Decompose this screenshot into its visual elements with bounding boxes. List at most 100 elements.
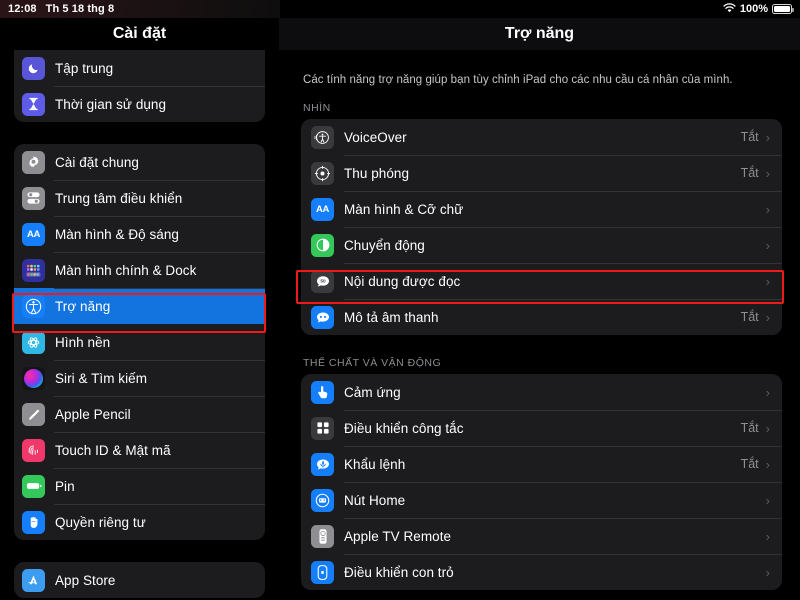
row-label: Chuyển động: [344, 237, 425, 253]
battery-percent: 100%: [739, 3, 768, 15]
row-noi-dung-duoc-doc[interactable]: 50 Nội dung được đọc ›: [301, 263, 782, 299]
accessibility-detail-pane: Trợ năng Các tính năng trợ năng giúp bạn…: [279, 18, 800, 600]
row-voiceover[interactable]: VoiceOver Tắt ›: [301, 119, 782, 155]
toggles-icon: [22, 186, 45, 210]
chevron-right-icon: ›: [765, 237, 770, 253]
sidebar-item-quyen-rieng-tu[interactable]: Quyền riêng tư: [14, 504, 265, 540]
sidebar-item-label: Màn hình chính & Dock: [55, 262, 197, 278]
sidebar-item-thoi-gian-su-dung[interactable]: Thời gian sử dụng: [14, 86, 265, 122]
row-value: Tắt: [740, 310, 759, 325]
voice-control-icon: [311, 452, 334, 476]
apple-tv-remote-icon: [311, 524, 334, 548]
row-value: Tắt: [740, 130, 759, 145]
svg-text:50: 50: [320, 278, 326, 283]
moon-icon: [22, 56, 45, 80]
settings-sidebar[interactable]: Cài đặt Tập trung Thời gian sử dụng Cài …: [0, 18, 279, 600]
sidebar-item-tap-trung[interactable]: Tập trung: [14, 50, 265, 86]
chevron-right-icon: ›: [765, 456, 770, 472]
chevron-right-icon: ›: [765, 273, 770, 289]
battery-icon: [22, 474, 45, 498]
battery-full-icon: [772, 4, 794, 14]
home-button-icon: [311, 488, 334, 512]
sidebar-item-app-store[interactable]: App Store: [14, 562, 265, 598]
sidebar-item-man-hinh-do-sang[interactable]: AA Màn hình & Độ sáng: [14, 216, 265, 252]
chevron-right-icon: ›: [765, 309, 770, 325]
chevron-right-icon: ›: [765, 564, 770, 580]
sidebar-item-label: Tập trung: [55, 60, 114, 76]
status-bar: 12:08 Th 5 18 thg 8 100%: [0, 0, 800, 18]
detail-body: Các tính năng trợ năng giúp bạn tùy chỉn…: [279, 50, 800, 591]
chevron-right-icon: ›: [765, 165, 770, 181]
fingerprint-icon: [22, 438, 45, 462]
row-label: Cảm ứng: [344, 384, 401, 400]
chevron-right-icon: ›: [765, 492, 770, 508]
sidebar-item-label: Thời gian sử dụng: [55, 96, 167, 112]
sidebar-group-2: Cài đặt chung Trung tâm điều khiển AA Mà…: [14, 144, 265, 540]
sidebar-item-touch-id-mat-ma[interactable]: Touch ID & Mật mã: [14, 432, 265, 468]
hand-icon: [22, 510, 45, 534]
siri-icon: [22, 366, 45, 390]
chevron-right-icon: ›: [765, 129, 770, 145]
hourglass-icon: [22, 92, 45, 116]
sidebar-item-tro-nang[interactable]: Trợ năng: [14, 288, 265, 324]
row-label: Mô tả âm thanh: [344, 309, 439, 325]
row-dieu-khien-con-tro[interactable]: Điều khiển con trỏ ›: [301, 554, 782, 590]
sidebar-title: Cài đặt: [112, 25, 167, 42]
sidebar-item-siri-tim-kiem[interactable]: Siri & Tìm kiếm: [14, 360, 265, 396]
audio-description-icon: [311, 305, 334, 329]
sidebar-item-trung-tam-dieu-khien[interactable]: Trung tâm điều khiển: [14, 180, 265, 216]
spoken-content-icon: 50: [311, 269, 334, 293]
zoom-icon: [311, 161, 334, 185]
row-dieu-khien-cong-tac[interactable]: Điều khiển công tắc Tắt ›: [301, 410, 782, 446]
sidebar-item-label: Touch ID & Mật mã: [55, 442, 171, 458]
sidebar-item-pin[interactable]: Pin: [14, 468, 265, 504]
wallpaper-icon: [22, 330, 45, 354]
row-khau-lenh[interactable]: Khẩu lệnh Tắt ›: [301, 446, 782, 482]
row-cam-ung[interactable]: Cảm ứng ›: [301, 374, 782, 410]
section-card-the-chat: Cảm ứng › Điều khiển công tắc Tắt › Khẩu…: [301, 374, 782, 591]
home-grid-icon: [22, 258, 45, 282]
chevron-right-icon: ›: [765, 201, 770, 217]
row-thu-phong[interactable]: Thu phóng Tắt ›: [301, 155, 782, 191]
row-value: Tắt: [740, 421, 759, 436]
row-label: Điều khiển con trỏ: [344, 564, 454, 580]
row-mo-ta-am-thanh[interactable]: Mô tả âm thanh Tắt ›: [301, 299, 782, 335]
touch-icon: [311, 380, 334, 404]
aa-icon: AA: [22, 222, 45, 246]
row-man-hinh-co-chu[interactable]: AA Màn hình & Cỡ chữ ›: [301, 191, 782, 227]
row-label: Màn hình & Cỡ chữ: [344, 201, 464, 217]
gear-icon: [22, 150, 45, 174]
sidebar-item-label: Pin: [55, 478, 75, 494]
row-label: VoiceOver: [344, 129, 407, 145]
status-bar-right: 100%: [723, 0, 794, 18]
chevron-right-icon: ›: [765, 420, 770, 436]
sidebar-item-man-hinh-chinh-dock[interactable]: Màn hình chính & Dock: [14, 252, 265, 288]
sidebar-item-label: Quyền riêng tư: [55, 514, 146, 530]
sidebar-item-label: Cài đặt chung: [55, 154, 139, 170]
row-value: Tắt: [740, 457, 759, 472]
sidebar-item-apple-pencil[interactable]: Apple Pencil: [14, 396, 265, 432]
sidebar-item-cai-dat-chung[interactable]: Cài đặt chung: [14, 144, 265, 180]
sidebar-item-hinh-nen[interactable]: Hình nền: [14, 324, 265, 360]
chevron-right-icon: ›: [765, 384, 770, 400]
row-apple-tv-remote[interactable]: Apple TV Remote ›: [301, 518, 782, 554]
section-card-nhin: VoiceOver Tắt › Thu phóng Tắt › AA Màn h…: [301, 119, 782, 336]
row-chuyen-dong[interactable]: Chuyển động ›: [301, 227, 782, 263]
row-label: Apple TV Remote: [344, 528, 452, 544]
sidebar-group-1: Tập trung Thời gian sử dụng: [14, 50, 265, 122]
sidebar-item-label: Trợ năng: [55, 298, 111, 314]
sidebar-item-label: Hình nền: [55, 334, 111, 350]
status-date: Th 5 18 thg 8: [45, 3, 115, 15]
status-time: 12:08: [8, 3, 37, 15]
row-label: Điều khiển công tắc: [344, 420, 464, 436]
aa-icon: AA: [311, 197, 334, 221]
detail-title: Trợ năng: [279, 18, 800, 50]
sidebar-group-3: App Store: [14, 562, 265, 598]
appstore-icon: [22, 568, 45, 592]
wifi-icon: [723, 2, 736, 16]
row-nut-home[interactable]: Nút Home ›: [301, 482, 782, 518]
ipad-settings-screen: 12:08 Th 5 18 thg 8 100% Cài đặt Tập tru…: [0, 0, 800, 600]
row-label: Nút Home: [344, 492, 406, 508]
